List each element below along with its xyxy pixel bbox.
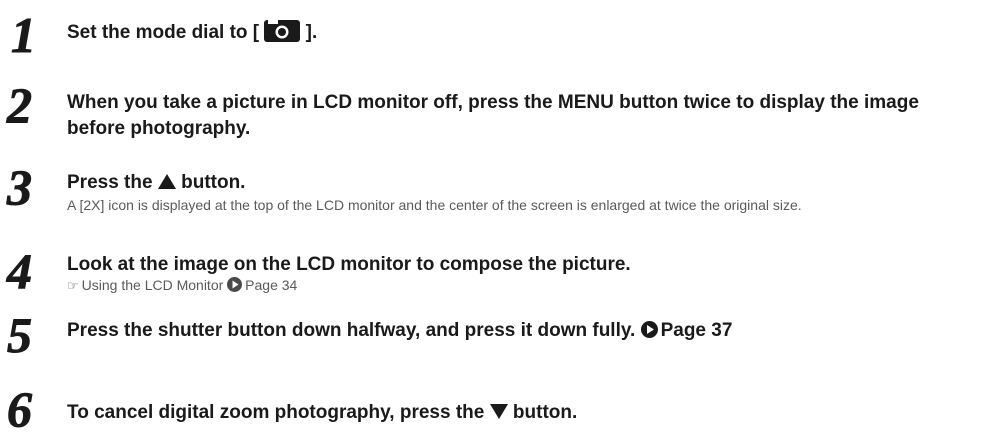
step-6-title: To cancel digital zoom photography, pres… xyxy=(67,400,962,426)
page-arrow-icon xyxy=(640,321,658,338)
step-5-ref-page: Page 37 xyxy=(660,320,733,341)
camera-icon xyxy=(264,20,301,42)
step-number-2: 2 xyxy=(3,82,55,126)
step-6-title-before: To cancel digital zoom photography, pres… xyxy=(67,402,490,423)
svg-text:4: 4 xyxy=(6,248,32,292)
step-4-ref-page: Page 34 xyxy=(245,277,298,293)
step-6-title-after: button. xyxy=(507,402,578,423)
step-5-title: Press the shutter button down halfway, a… xyxy=(67,318,962,344)
step-1-title-before: Set the mode dial to [ xyxy=(67,22,265,43)
svg-text:1: 1 xyxy=(11,12,36,56)
step-3-title-before: Press the xyxy=(67,172,158,193)
step-number-1: 1 xyxy=(3,12,55,56)
step-2-title: When you take a picture in LCD monitor o… xyxy=(67,92,919,139)
down-triangle-icon xyxy=(489,404,508,419)
step-3-title: Press the button. xyxy=(67,170,962,196)
step-4-title: Look at the image on the LCD monitor to … xyxy=(67,254,631,275)
svg-text:3: 3 xyxy=(6,164,32,208)
svg-text:2: 2 xyxy=(6,82,32,126)
svg-text:6: 6 xyxy=(7,386,32,430)
step-5-title-text: Press the shutter button down halfway, a… xyxy=(67,320,636,341)
step-3-title-after: button. xyxy=(175,172,246,193)
up-triangle-icon xyxy=(157,174,176,189)
step-1-title: Set the mode dial to [ ]. xyxy=(67,20,962,46)
manual-reference-icon: ☞ xyxy=(67,278,79,293)
step-number-5: 5 xyxy=(3,312,55,356)
svg-text:5: 5 xyxy=(7,312,32,356)
step-number-3: 3 xyxy=(3,164,55,208)
step-4-ref-text: Using the LCD Monitor xyxy=(81,277,224,293)
step-4-reference: ☞ Using the LCD Monitor Page 34 xyxy=(67,276,962,295)
page-arrow-icon xyxy=(227,277,243,292)
step-number-6: 6 xyxy=(3,386,55,430)
step-3-detail: A [2X] icon is displayed at the top of t… xyxy=(67,197,802,213)
step-number-4: 4 xyxy=(3,248,55,292)
step-1-title-after: ]. xyxy=(300,22,318,43)
